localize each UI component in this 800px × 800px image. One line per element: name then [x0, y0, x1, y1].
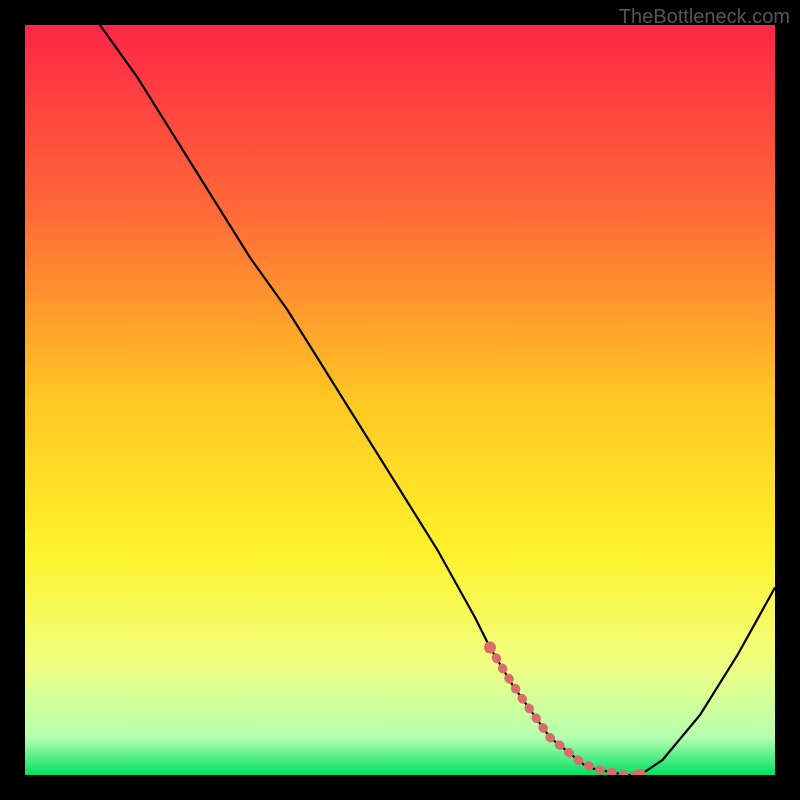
chart-background	[25, 25, 775, 775]
chart-container	[25, 25, 775, 775]
chart-svg	[25, 25, 775, 775]
watermark-text: TheBottleneck.com	[619, 6, 790, 29]
